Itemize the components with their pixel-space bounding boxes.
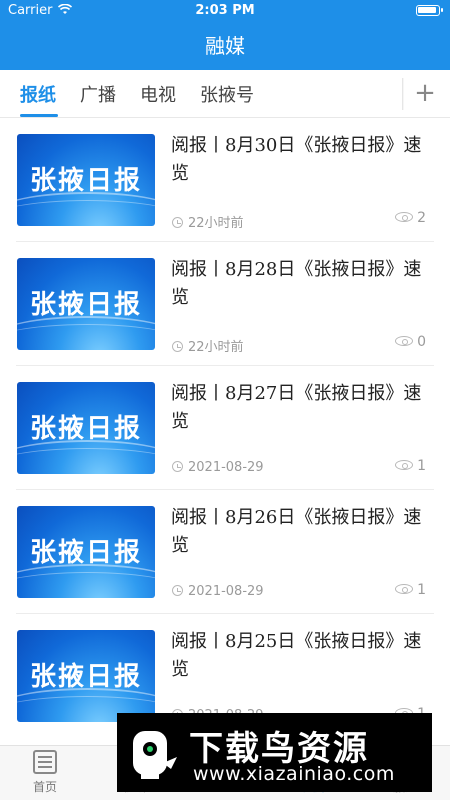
- article-time: 2021-08-29: [172, 460, 264, 475]
- article-thumbnail: 张掖日报: [17, 382, 155, 474]
- category-tabs: 报纸 广播 电视 张掖号 +: [0, 70, 450, 118]
- thumbnail-text: 张掖日报: [29, 538, 142, 568]
- status-bar: Carrier 2:03 PM: [0, 0, 450, 22]
- article-title: 阅报丨8月28日《张掖日报》速览: [171, 259, 422, 308]
- battery-icon: [416, 5, 443, 16]
- time-text: 22小时前: [188, 216, 244, 231]
- thumbnail-text: 张掖日报: [29, 414, 142, 444]
- list-item[interactable]: 张掖日报 阅报丨8月26日《张掖日报》速览 2021-08-29 1: [0, 490, 450, 614]
- eye-icon: [395, 212, 414, 222]
- article-views: 2: [395, 210, 426, 226]
- article-title: 阅报丨8月27日《张掖日报》速览: [171, 383, 422, 432]
- tab-zhangye-account[interactable]: 张掖号: [200, 81, 254, 107]
- thumbnail-text: 张掖日报: [29, 290, 142, 320]
- eye-icon: [395, 336, 414, 346]
- view-count: 1: [417, 458, 426, 474]
- clock-icon: [172, 217, 183, 228]
- clock-icon: [172, 341, 183, 352]
- add-channel-button[interactable]: +: [410, 78, 440, 108]
- view-count: 2: [417, 210, 426, 226]
- clock-icon: [172, 461, 183, 472]
- thumbnail-text: 张掖日报: [29, 166, 142, 196]
- tab-divider: [402, 78, 404, 110]
- watermark-banner: 下载鸟资源 www.xiazainiao.com: [117, 713, 432, 792]
- page-title: 融媒: [205, 34, 245, 58]
- eye-icon: [395, 460, 414, 470]
- tab-radio[interactable]: 广播: [80, 81, 116, 107]
- list-item[interactable]: 张掖日报 阅报丨8月30日《张掖日报》速览 22小时前 2: [0, 118, 450, 242]
- thumbnail-text: 张掖日报: [29, 662, 142, 692]
- article-title: 阅报丨8月30日《张掖日报》速览: [171, 135, 422, 184]
- article-time: 2021-08-29: [172, 584, 264, 599]
- article-title: 阅报丨8月25日《张掖日报》速览: [171, 631, 422, 680]
- tab-tv[interactable]: 电视: [140, 81, 176, 107]
- clock-icon: [172, 585, 183, 596]
- status-time: 2:03 PM: [195, 3, 255, 18]
- time-text: 2021-08-29: [188, 460, 264, 475]
- time-text: 22小时前: [188, 340, 244, 355]
- bird-logo-icon: [133, 731, 177, 779]
- watermark-url: www.xiazainiao.com: [193, 763, 395, 785]
- list-item[interactable]: 张掖日报 阅报丨8月28日《张掖日报》速览 22小时前 0: [0, 242, 450, 366]
- nav-home-label: 首页: [32, 780, 57, 794]
- view-count: 1: [417, 582, 426, 598]
- article-thumbnail: 张掖日报: [17, 258, 155, 350]
- view-count: 0: [417, 334, 426, 350]
- newspaper-icon: [33, 750, 57, 774]
- tab-newspaper[interactable]: 报纸: [20, 81, 56, 107]
- eye-icon: [395, 584, 414, 594]
- article-views: 0: [395, 334, 426, 350]
- active-tab-indicator: [20, 114, 58, 117]
- article-thumbnail: 张掖日报: [17, 630, 155, 722]
- article-thumbnail: 张掖日报: [17, 506, 155, 598]
- article-time: 22小时前: [172, 336, 244, 355]
- list-item[interactable]: 张掖日报 阅报丨8月27日《张掖日报》速览 2021-08-29 1: [0, 366, 450, 490]
- nav-home[interactable]: 首页: [10, 750, 80, 795]
- article-views: 1: [395, 458, 426, 474]
- top-header: Carrier 2:03 PM 融媒: [0, 0, 450, 70]
- article-thumbnail: 张掖日报: [17, 134, 155, 226]
- article-views: 1: [395, 582, 426, 598]
- article-title: 阅报丨8月26日《张掖日报》速览: [171, 507, 422, 556]
- article-time: 22小时前: [172, 212, 244, 231]
- time-text: 2021-08-29: [188, 584, 264, 599]
